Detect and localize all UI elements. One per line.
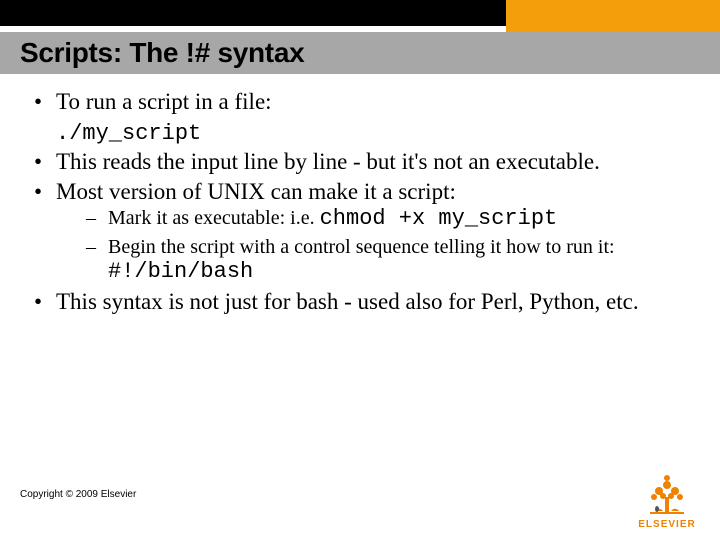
sub-bullet-item: Begin the script with a control sequence… xyxy=(56,235,692,286)
copyright-text: Copyright © 2009 Elsevier xyxy=(20,489,136,500)
title-bar: Scripts: The !# syntax xyxy=(0,32,720,74)
logo-label: ELSEVIER xyxy=(632,519,702,530)
bullet-text: Most version of UNIX can make it a scrip… xyxy=(56,179,456,204)
code-block: ./my_script xyxy=(28,118,692,148)
elsevier-logo: ELSEVIER xyxy=(632,471,702,530)
tree-icon xyxy=(644,471,690,517)
code-text: #!/bin/bash xyxy=(108,259,253,284)
slide-title: Scripts: The !# syntax xyxy=(20,37,304,69)
bullet-text: This reads the input line by line - but … xyxy=(56,149,600,174)
sub-bullet-item: Mark it as executable: i.e. chmod +x my_… xyxy=(56,206,692,233)
bullet-item: To run a script in a file: xyxy=(28,88,692,116)
sub-text: Begin the script with a control sequence… xyxy=(108,236,615,258)
bullet-text: To run a script in a file: xyxy=(56,89,272,114)
sub-text: Mark it as executable: i.e. xyxy=(108,207,320,229)
bullet-item: Most version of UNIX can make it a scrip… xyxy=(28,178,692,286)
code-text: chmod +x my_script xyxy=(320,206,558,231)
sub-bullet-list: Mark it as executable: i.e. chmod +x my_… xyxy=(56,206,692,286)
top-orange-box xyxy=(506,0,720,32)
bullet-list: This reads the input line by line - but … xyxy=(28,148,692,316)
bullet-list: To run a script in a file: xyxy=(28,88,692,116)
bullet-item: This syntax is not just for bash - used … xyxy=(28,288,692,316)
slide: Scripts: The !# syntax To run a script i… xyxy=(0,0,720,540)
bullet-item: This reads the input line by line - but … xyxy=(28,148,692,176)
bullet-text: This syntax is not just for bash - used … xyxy=(56,289,639,314)
code-text: ./my_script xyxy=(56,121,201,146)
content-area: To run a script in a file: ./my_script T… xyxy=(28,88,692,318)
